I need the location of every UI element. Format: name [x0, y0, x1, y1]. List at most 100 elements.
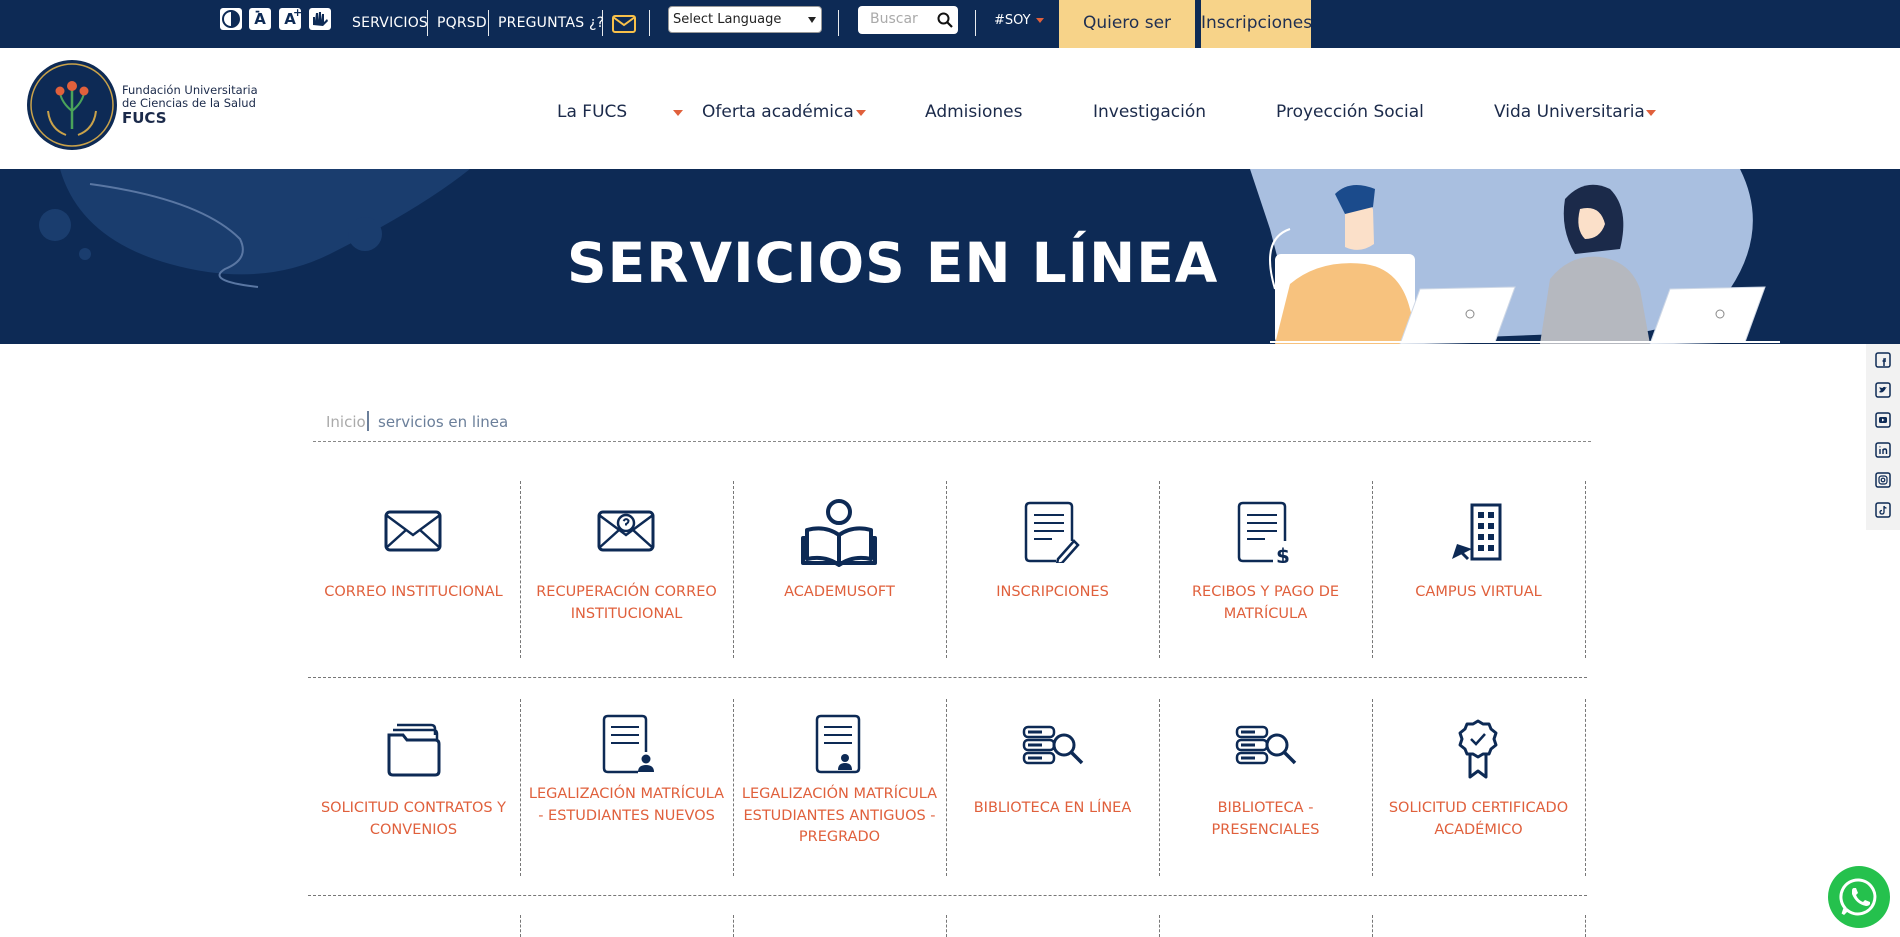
service-label: BIBLIOTECA - PRESENCIALES — [1211, 800, 1320, 838]
nav-admisiones[interactable]: Admisiones — [925, 102, 1022, 122]
database-search-icon — [1022, 719, 1084, 781]
service-legalizacion-nuevos[interactable]: LEGALIZACIÓN MATRÍCULA - ESTUDIANTES NUE… — [520, 699, 733, 877]
font-increase-icon[interactable]: A + — [279, 6, 302, 30]
divider — [427, 10, 428, 36]
page-title: SERVICIOS EN LÍNEA — [567, 231, 1219, 295]
envelope-icon — [383, 501, 443, 563]
nav-vida-universitaria[interactable]: Vida Universitaria — [1494, 102, 1645, 122]
search-input[interactable]: Buscar — [858, 6, 958, 34]
soy-menu[interactable]: #SOY — [994, 13, 1044, 28]
chevron-down-icon — [808, 17, 816, 23]
top-bar: A- A + SERVICIOS PQRSD PREGUNTAS ¿? Selec… — [0, 0, 1900, 79]
service-correo-institucional[interactable]: CORREO INSTITUCIONAL — [307, 481, 520, 659]
twitter-icon[interactable] — [1875, 382, 1891, 398]
chevron-down-icon[interactable] — [673, 110, 683, 116]
divider — [488, 10, 489, 36]
divider — [733, 915, 734, 937]
divider — [649, 10, 650, 36]
service-inscripciones[interactable]: INSCRIPCIONES — [946, 481, 1159, 659]
preguntas-link[interactable]: PREGUNTAS ¿? — [498, 15, 604, 31]
breadcrumb-current: servicios en linea — [378, 413, 509, 431]
hero-banner: SERVICIOS EN LÍNEA — [0, 169, 1900, 344]
divider — [308, 895, 1587, 896]
divider — [838, 10, 839, 36]
linkedin-icon[interactable] — [1875, 442, 1891, 458]
divider — [946, 915, 947, 937]
service-campus-virtual[interactable]: CAMPUS VIRTUAL — [1372, 481, 1585, 659]
logo-text[interactable]: Fundación Universitaria de Ciencias de l… — [122, 84, 282, 127]
tiktok-icon[interactable] — [1875, 502, 1891, 518]
service-label: BIBLIOTECA EN LÍNEA — [973, 800, 1132, 816]
service-certificado-academico[interactable]: SOLICITUD CERTIFICADO ACADÉMICO — [1372, 699, 1585, 877]
service-label: SOLICITUD CONTRATOS Y CONVENIOS — [320, 800, 507, 838]
document-payment-icon: $ — [1235, 501, 1295, 568]
breadcrumb-separator — [367, 411, 369, 431]
divider — [1585, 699, 1586, 876]
nav-la-fucs[interactable]: La FUCS — [557, 102, 627, 122]
svg-text:$: $ — [1276, 544, 1290, 563]
font-decrease-icon[interactable]: A- — [249, 4, 271, 30]
service-biblioteca-en-linea[interactable]: BIBLIOTECA EN LÍNEA — [946, 699, 1159, 877]
search-placeholder: Buscar — [870, 11, 918, 27]
document-user-icon — [809, 714, 869, 776]
building-icon — [1448, 501, 1508, 563]
mail-icon[interactable] — [612, 15, 636, 37]
service-legalizacion-antiguos[interactable]: LEGALIZACIÓN MATRÍCULA ESTUDIANTES ANTIG… — [733, 699, 946, 877]
document-edit-icon — [1022, 501, 1082, 566]
divider — [1585, 915, 1586, 937]
database-search-icon — [1235, 719, 1297, 781]
breadcrumb-home[interactable]: Inicio — [326, 413, 366, 431]
service-recuperacion-correo[interactable]: RECUPERACIÓN CORREO INSTITUCIONAL — [520, 481, 733, 659]
service-recibos-pago[interactable]: $ RECIBOS Y PAGO DE MATRÍCULA — [1159, 481, 1372, 659]
servicios-link[interactable]: SERVICIOS — [352, 15, 428, 31]
language-select-value: Select Language — [673, 12, 782, 27]
youtube-icon[interactable] — [1875, 412, 1891, 428]
divider — [313, 441, 1591, 442]
search-icon[interactable] — [936, 11, 954, 33]
nav-proyeccion-social[interactable]: Proyección Social — [1276, 102, 1424, 122]
nav-oferta-academica[interactable]: Oferta académica — [702, 102, 854, 122]
facebook-icon[interactable] — [1875, 352, 1891, 368]
sign-language-icon[interactable] — [309, 8, 331, 30]
service-label: CAMPUS VIRTUAL — [1415, 584, 1542, 600]
certificate-icon — [1448, 719, 1508, 781]
divider — [975, 10, 976, 36]
fucs-logo-icon[interactable] — [26, 59, 118, 151]
whatsapp-button[interactable] — [1828, 866, 1890, 928]
language-select[interactable]: Select Language — [668, 6, 822, 33]
service-academusoft[interactable]: ACADEMUSOFT — [733, 481, 946, 659]
service-label: ACADEMUSOFT — [784, 584, 895, 600]
divider — [602, 10, 603, 36]
divider — [1585, 481, 1586, 658]
service-label: LEGALIZACIÓN MATRÍCULA ESTUDIANTES ANTIG… — [741, 786, 938, 845]
service-label: LEGALIZACIÓN MATRÍCULA - ESTUDIANTES NUE… — [528, 786, 725, 824]
service-label: INSCRIPCIONES — [996, 584, 1109, 600]
reader-icon — [801, 497, 877, 567]
divider — [520, 915, 521, 937]
service-label: SOLICITUD CERTIFICADO ACADÉMICO — [1388, 800, 1569, 838]
pqrsd-link[interactable]: PQRSD — [437, 15, 487, 31]
divider — [1159, 915, 1160, 937]
service-label: CORREO INSTITUCIONAL — [324, 584, 503, 600]
divider — [308, 677, 1587, 678]
folder-icon — [383, 719, 443, 781]
logo-line-3: FUCS — [122, 109, 167, 127]
contrast-icon[interactable] — [220, 8, 242, 30]
chevron-down-icon — [1035, 18, 1044, 23]
quiero-ser-fucs-button[interactable]: Quiero ser FUCS — [1059, 0, 1195, 79]
chevron-down-icon[interactable] — [856, 110, 866, 116]
service-label: RECUPERACIÓN CORREO INSTITUCIONAL — [536, 584, 717, 622]
soy-label: #SOY — [994, 13, 1031, 28]
nav-investigacion[interactable]: Investigación — [1093, 102, 1206, 122]
whatsapp-icon — [1839, 878, 1877, 916]
inscripciones-button[interactable]: Inscripciones — [1201, 0, 1312, 48]
service-solicitud-contratos[interactable]: SOLICITUD CONTRATOS Y CONVENIOS — [307, 699, 520, 877]
envelope-recovery-icon — [596, 501, 656, 563]
divider — [1372, 915, 1373, 937]
chevron-down-icon[interactable] — [1646, 110, 1656, 116]
social-rail — [1866, 344, 1900, 530]
document-user-icon — [596, 714, 656, 776]
instagram-icon[interactable] — [1875, 472, 1891, 488]
service-biblioteca-presenciales[interactable]: BIBLIOTECA - PRESENCIALES — [1159, 699, 1372, 877]
service-label: RECIBOS Y PAGO DE MATRÍCULA — [1191, 584, 1340, 622]
